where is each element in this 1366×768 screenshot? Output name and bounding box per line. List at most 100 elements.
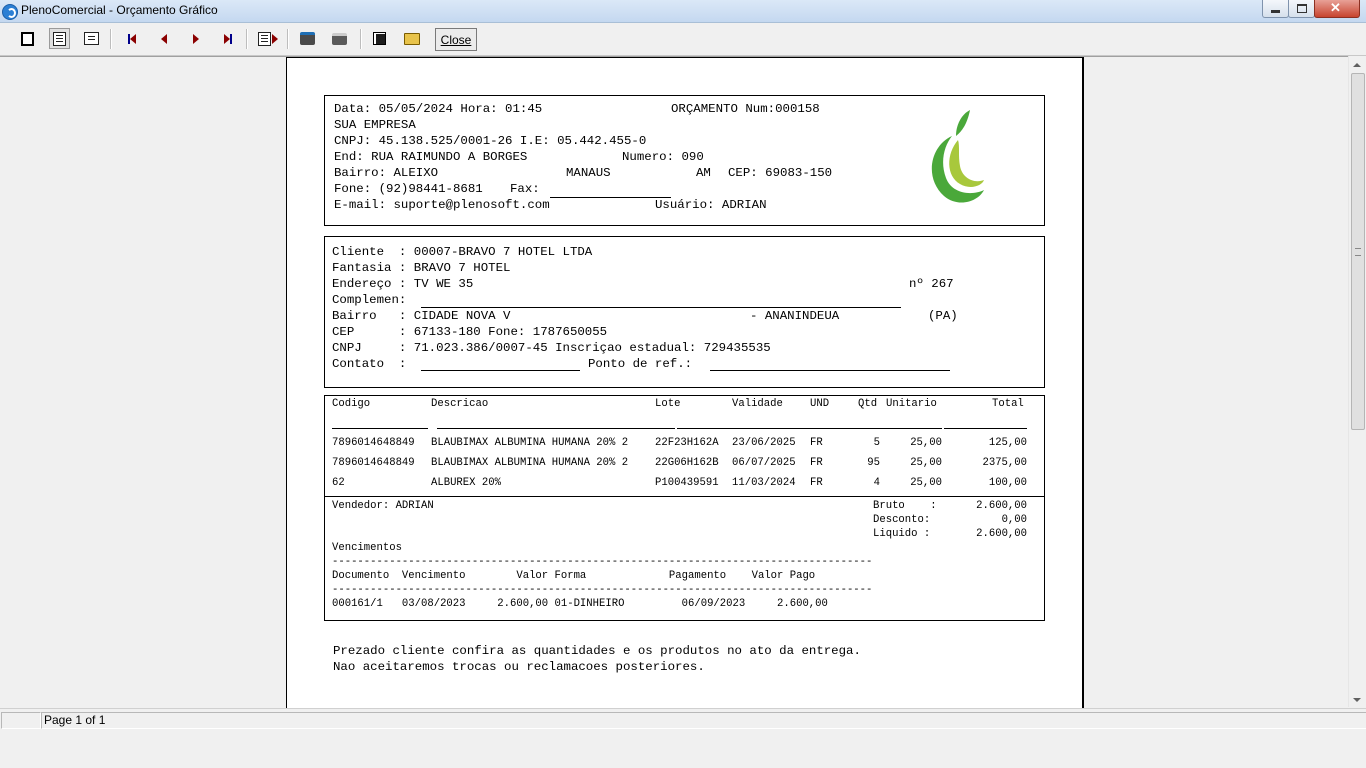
row3-total: 100,00 bbox=[988, 477, 1027, 489]
print-icon bbox=[332, 32, 347, 45]
printer-setup-button[interactable] bbox=[297, 28, 318, 49]
client-state: (PA) bbox=[928, 309, 958, 323]
gross-value: 2.600,00 bbox=[976, 500, 1027, 512]
printer-setup-icon bbox=[300, 32, 315, 45]
row1-unitario: 25,00 bbox=[910, 437, 942, 449]
goto-page-button[interactable] bbox=[257, 28, 278, 49]
row2-validade: 06/07/2025 bbox=[732, 457, 796, 469]
row1-codigo: 7896014648849 bbox=[332, 437, 415, 449]
scroll-up-icon[interactable] bbox=[1353, 63, 1361, 67]
row2-descricao: BLAUBIMAX ALBUMINA HUMANA 20% 2 bbox=[431, 457, 629, 469]
minimize-button[interactable] bbox=[1262, 0, 1289, 18]
scroll-down-icon[interactable] bbox=[1353, 698, 1361, 702]
discount-value: 0,00 bbox=[1001, 514, 1027, 526]
company-fax-label: Fax: bbox=[510, 182, 540, 196]
save-icon bbox=[373, 32, 386, 45]
maximize-button[interactable] bbox=[1288, 0, 1315, 18]
zoom-100-icon bbox=[84, 32, 99, 45]
items-divider bbox=[325, 496, 1044, 497]
col-qtd: Qtd bbox=[858, 398, 878, 410]
discount-label: Desconto: bbox=[873, 514, 931, 526]
page-width-button[interactable] bbox=[49, 28, 70, 49]
fax-underline bbox=[550, 197, 671, 198]
row1-lote: 22F23H162A bbox=[655, 437, 719, 449]
client-contact-label: Contato : bbox=[332, 357, 407, 371]
col-descricao: Descricao bbox=[431, 398, 489, 410]
window-title: PlenoComercial - Orçamento Gráfico bbox=[21, 3, 218, 17]
prior-page-button[interactable] bbox=[153, 28, 174, 49]
row3-validade: 11/03/2024 bbox=[732, 477, 796, 489]
close-button[interactable]: Close bbox=[435, 28, 477, 51]
company-phone: Fone: (92)98441-8681 bbox=[334, 182, 483, 196]
page-width-icon bbox=[53, 31, 66, 46]
header-underline bbox=[437, 428, 675, 429]
col-lote: Lote bbox=[655, 398, 681, 410]
close-x-icon: ✕ bbox=[1330, 0, 1341, 15]
company-email: E-mail: suporte@plenosoft.com bbox=[334, 198, 550, 212]
installments-title: Vencimentos bbox=[332, 542, 402, 554]
client-address: Endereço : TV WE 35 bbox=[332, 277, 474, 291]
last-page-button[interactable] bbox=[217, 28, 238, 49]
company-header-box: Data: 05/05/2024 Hora: 01:45 ORÇAMENTO N… bbox=[324, 95, 1045, 226]
footer-note-1: Prezado cliente confira as quantidades e… bbox=[333, 644, 861, 658]
company-cep: CEP: 69083-150 bbox=[728, 166, 833, 180]
scroll-thumb[interactable] bbox=[1351, 73, 1365, 430]
row1-und: FR bbox=[810, 437, 823, 449]
save-button[interactable] bbox=[369, 28, 390, 49]
company-logo bbox=[931, 110, 984, 203]
client-name: Cliente : 00007-BRAVO 7 HOTEL LTDA bbox=[332, 245, 593, 259]
status-cell-empty bbox=[1, 712, 41, 729]
col-validade: Validade bbox=[732, 398, 783, 410]
first-page-button[interactable] bbox=[121, 28, 142, 49]
vertical-scrollbar[interactable] bbox=[1348, 56, 1366, 707]
whole-page-button[interactable] bbox=[17, 28, 38, 49]
client-box: Cliente : 00007-BRAVO 7 HOTEL LTDA Fanta… bbox=[324, 236, 1045, 388]
client-bairro: Bairro : CIDADE NOVA V bbox=[332, 309, 511, 323]
items-box: Codigo Descricao Lote Validade UND Qtd U… bbox=[324, 395, 1045, 621]
net-value: 2.600,00 bbox=[976, 528, 1027, 540]
client-complement-label: Complemen: bbox=[332, 293, 407, 307]
company-name: SUA EMPRESA bbox=[334, 118, 416, 132]
installment-row: 000161/1 03/08/2023 2.600,00 01-DINHEIRO… bbox=[332, 598, 828, 610]
company-address: End: RUA RAIMUNDO A BORGES bbox=[334, 150, 528, 164]
complement-underline bbox=[421, 307, 901, 308]
row3-unitario: 25,00 bbox=[910, 477, 942, 489]
whole-page-icon bbox=[21, 31, 34, 46]
row1-total: 125,00 bbox=[988, 437, 1027, 449]
company-number: Numero: 090 bbox=[622, 150, 704, 164]
col-codigo: Codigo bbox=[332, 398, 371, 410]
reference-label: Ponto de ref.: bbox=[588, 357, 693, 371]
prior-page-icon bbox=[160, 33, 167, 44]
next-page-button[interactable] bbox=[185, 28, 206, 49]
close-window-button[interactable]: ✕ bbox=[1314, 0, 1360, 18]
app-icon bbox=[2, 4, 18, 20]
company-bairro: Bairro: ALEIXO bbox=[334, 166, 439, 180]
col-unitario: Unitario bbox=[886, 398, 937, 410]
print-button[interactable] bbox=[329, 28, 350, 49]
contact-underline bbox=[421, 370, 580, 371]
client-cep-phone: CEP : 67133-180 Fone: 1787650055 bbox=[332, 325, 608, 339]
installments-header: Documento Vencimento Valor Forma Pagamen… bbox=[332, 570, 816, 582]
client-number: nº 267 bbox=[909, 277, 954, 291]
row2-codigo: 7896014648849 bbox=[332, 457, 415, 469]
row2-unitario: 25,00 bbox=[910, 457, 942, 469]
folder-open-icon bbox=[403, 32, 420, 45]
row3-und: FR bbox=[810, 477, 823, 489]
row2-und: FR bbox=[810, 457, 823, 469]
open-button[interactable] bbox=[401, 28, 422, 49]
page-indicator: Page 1 of 1 bbox=[41, 712, 1366, 729]
header-underline bbox=[677, 428, 942, 429]
row3-descricao: ALBUREX 20% bbox=[431, 477, 501, 489]
next-page-icon bbox=[192, 33, 199, 44]
client-city: - ANANINDEUA bbox=[750, 309, 840, 323]
row2-qtd: 95 bbox=[867, 457, 880, 469]
toolbar: Close bbox=[0, 23, 1366, 56]
installments-dashes-2: ----------------------------------------… bbox=[332, 584, 873, 596]
title-bar: PlenoComercial - Orçamento Gráfico ✕ bbox=[0, 0, 1366, 23]
row1-descricao: BLAUBIMAX ALBUMINA HUMANA 20% 2 bbox=[431, 437, 629, 449]
status-bar: Page 1 of 1 bbox=[0, 708, 1366, 729]
zoom-100-button[interactable] bbox=[81, 28, 102, 49]
row1-validade: 23/06/2025 bbox=[732, 437, 796, 449]
reference-underline bbox=[710, 370, 950, 371]
seller: Vendedor: ADRIAN bbox=[332, 500, 434, 512]
